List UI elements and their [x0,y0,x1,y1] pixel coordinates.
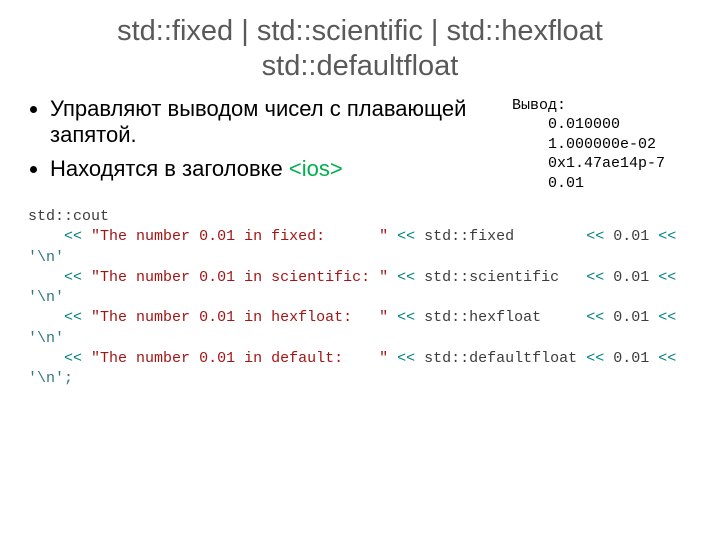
output-column: Вывод: 0.010000 1.000000e-02 0x1.47ae14p… [502,96,692,194]
ios-tag: <ios> [289,156,343,181]
code-token: std::scientific [424,269,577,286]
bullets-column: Управляют выводом чисел с плавающей запя… [28,96,502,194]
code-op: << [658,309,676,326]
title-line-1: std::fixed | std::scientific | std::hexf… [117,15,603,47]
code-op: << [586,309,604,326]
bullet-text: Управляют выводом чисел с плавающей запя… [50,96,466,147]
code-op: << [64,269,82,286]
code-op: << [658,350,676,367]
code-number: 0.01 [613,269,649,286]
code-newline: '\n' [28,330,64,347]
output-header: Вывод: [512,97,566,114]
code-token: std::defaultfloat [424,350,577,367]
code-op: << [397,228,415,245]
code-string: "The number 0.01 in fixed: " [91,228,388,245]
code-string: "The number 0.01 in hexfloat: " [91,309,388,326]
title-line-2: std::defaultfloat [262,50,459,82]
code-op: << [64,309,82,326]
code-newline: '\n'; [28,370,73,387]
code-newline: '\n' [28,289,64,306]
output-line: 1.000000e-02 [512,136,656,153]
output-line: 0.010000 [512,116,620,133]
output-line: 0.01 [512,175,584,192]
output-block: Вывод: 0.010000 1.000000e-02 0x1.47ae14p… [512,96,692,194]
code-string: "The number 0.01 in scientific: " [91,269,388,286]
code-op: << [658,228,676,245]
code-number: 0.01 [613,350,649,367]
content-row: Управляют выводом чисел с плавающей запя… [28,96,692,194]
code-op: << [586,350,604,367]
code-token: std::cout [28,208,109,225]
code-op: << [64,228,82,245]
code-op: << [397,350,415,367]
code-token: std::fixed [424,228,577,245]
code-newline: '\n' [28,249,64,266]
code-op: << [64,350,82,367]
output-line: 0x1.47ae14p-7 [512,155,665,172]
code-op: << [586,269,604,286]
code-op: << [586,228,604,245]
bullet-item: Управляют выводом чисел с плавающей запя… [50,96,502,149]
code-string: "The number 0.01 in default: " [91,350,388,367]
code-op: << [397,269,415,286]
code-number: 0.01 [613,309,649,326]
code-block: std::cout << "The number 0.01 in fixed: … [28,207,692,389]
code-op: << [658,269,676,286]
bullet-item: Находятся в заголовке <ios> [50,156,502,182]
slide-title: std::fixed | std::scientific | std::hexf… [28,14,692,84]
slide: std::fixed | std::scientific | std::hexf… [0,0,720,540]
bullet-list: Управляют выводом чисел с плавающей запя… [28,96,502,183]
code-token: std::hexfloat [424,309,577,326]
bullet-text: Находятся в заголовке [50,156,289,181]
code-op: << [397,309,415,326]
code-number: 0.01 [613,228,649,245]
